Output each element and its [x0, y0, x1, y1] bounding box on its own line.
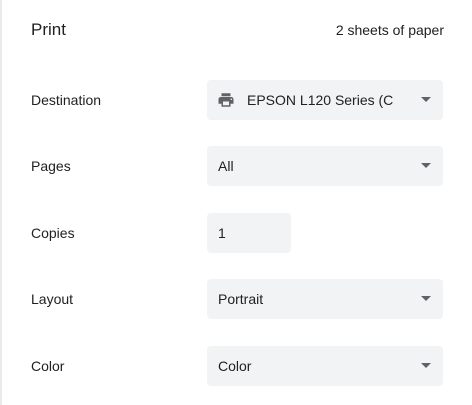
color-label: Color — [31, 358, 65, 374]
pages-select[interactable]: All — [207, 146, 443, 186]
layout-row: Layout Portrait — [0, 279, 472, 319]
copies-input[interactable]: 1 — [207, 213, 291, 253]
printer-icon — [218, 93, 234, 107]
layout-select[interactable]: Portrait — [207, 279, 443, 319]
copies-value: 1 — [218, 225, 226, 241]
page-title: Print — [31, 20, 66, 39]
pages-value: All — [218, 158, 234, 174]
color-select[interactable]: Color — [207, 346, 443, 386]
color-value: Color — [218, 358, 252, 374]
destination-row: Destination EPSON L120 Series (C — [0, 80, 472, 120]
chevron-down-icon — [421, 97, 431, 102]
pages-label: Pages — [31, 158, 71, 174]
copies-row: Copies 1 — [0, 213, 472, 253]
chevron-down-icon — [421, 296, 431, 301]
layout-label: Layout — [31, 291, 74, 307]
chevron-down-icon — [421, 363, 431, 368]
destination-select[interactable]: EPSON L120 Series (C — [207, 80, 443, 120]
color-row: Color Color — [0, 346, 472, 386]
layout-value: Portrait — [218, 291, 264, 307]
print-settings-panel: Print 2 sheets of paper Destination EPSO… — [0, 0, 472, 405]
destination-value: EPSON L120 Series (C — [247, 92, 394, 108]
print-header: Print 2 sheets of paper — [0, 0, 472, 62]
sheet-count: 2 sheets of paper — [335, 22, 444, 38]
pages-row: Pages All — [0, 146, 472, 186]
chevron-down-icon — [421, 163, 431, 168]
destination-label: Destination — [31, 92, 102, 108]
copies-label: Copies — [31, 225, 75, 241]
